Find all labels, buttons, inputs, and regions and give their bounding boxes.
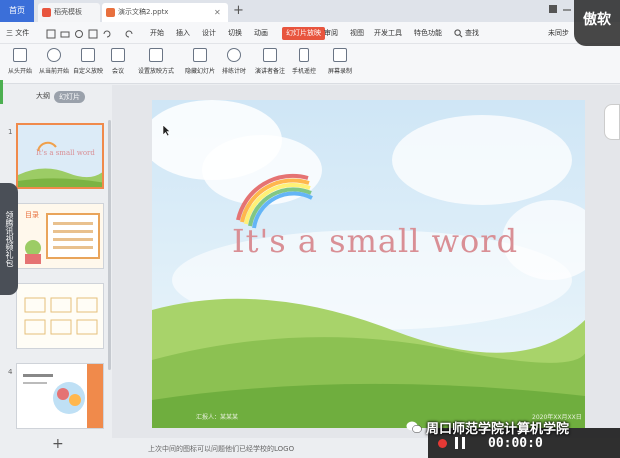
menu-animation[interactable]: 动画 xyxy=(254,27,268,40)
slide-background xyxy=(152,100,585,428)
minimize-icon[interactable] xyxy=(562,4,572,14)
slide-number: 1 xyxy=(8,128,13,136)
search-label[interactable]: 查找 xyxy=(465,27,479,40)
setup-show-icon xyxy=(149,48,163,62)
tab-document-label: 演示文稿2.pptx xyxy=(118,8,169,16)
screen-record-button[interactable]: 屏幕录制 xyxy=(320,48,360,75)
slide-thumbnail-3[interactable] xyxy=(16,283,104,349)
menu-file[interactable]: 三 文件 xyxy=(6,27,29,40)
record-icon xyxy=(333,48,347,62)
menu-design[interactable]: 设计 xyxy=(202,27,216,40)
ppt-file-icon xyxy=(106,8,115,17)
recording-timer: 00:00:0 xyxy=(488,436,543,451)
watermark-text: 周口师范学院计算机学院 xyxy=(426,422,570,437)
preview-icon[interactable] xyxy=(74,29,84,39)
side-promo-strip[interactable]: 领腾讯视频礼包 xyxy=(0,183,18,295)
menu-review[interactable]: 审阅 xyxy=(324,27,338,40)
recorder-logo: 傲软 xyxy=(574,0,620,46)
meeting-icon xyxy=(111,48,125,62)
redo-icon[interactable] xyxy=(124,29,134,39)
record-indicator-icon xyxy=(438,439,447,448)
menu-view[interactable]: 视图 xyxy=(350,27,364,40)
window-layout-icon[interactable] xyxy=(548,4,558,14)
rehearse-timing-button[interactable]: 排练计时 xyxy=(214,48,254,75)
mouse-cursor-icon xyxy=(162,124,171,137)
slide-thumbnail-1[interactable]: It's a small word xyxy=(16,123,104,189)
undo-icon[interactable] xyxy=(102,29,112,39)
save-icon[interactable] xyxy=(46,29,56,39)
docer-icon xyxy=(42,8,51,17)
notes-text[interactable]: 上次中间的图标可以问题他们已经学校的LOGO xyxy=(148,444,294,454)
slide-thumbnail-2[interactable]: 目录 xyxy=(16,203,104,269)
slide-number: 4 xyxy=(8,368,13,376)
wechat-icon xyxy=(406,421,422,434)
hide-slide-icon xyxy=(193,48,207,62)
menu-insert[interactable]: 插入 xyxy=(176,27,190,40)
slide-thumbnail-4[interactable] xyxy=(16,363,104,429)
panel-scrollbar[interactable] xyxy=(108,120,111,370)
close-icon[interactable]: ✕ xyxy=(214,3,221,22)
menu-slideshow[interactable]: 幻灯片放映 xyxy=(282,27,325,40)
right-side-tab[interactable] xyxy=(604,104,620,140)
ribbon-menu: 三 文件 开始 插入 设计 切换 动画 幻灯片放映 审阅 视图 开发工具 特色功… xyxy=(0,22,620,44)
notes-icon xyxy=(263,48,277,62)
slide-canvas[interactable]: 汇报人：某某某 2020年XX月XX日 xyxy=(152,100,585,428)
phone-remote-button[interactable]: 手机遥控 xyxy=(284,48,324,75)
meeting-button[interactable]: 会议 xyxy=(98,48,138,75)
slideshow-toolbar: 从头开始 从当前开始 自定义放映 会议 设置放映方式 隐藏幻灯片 排练计时 演讲… xyxy=(0,44,620,84)
slide-presenter: 汇报人：某某某 xyxy=(196,414,239,421)
tab-home[interactable]: 首页 xyxy=(0,0,34,22)
setup-show-button[interactable]: 设置放映方式 xyxy=(136,48,176,75)
add-slide-button[interactable]: + xyxy=(52,436,64,452)
slide-title[interactable]: It's a small word xyxy=(232,222,518,260)
tab-outline[interactable]: 大纲 xyxy=(36,91,50,101)
search-icon[interactable] xyxy=(454,29,463,38)
export-icon[interactable] xyxy=(88,29,98,39)
pause-icon[interactable] xyxy=(455,437,465,449)
menu-transition[interactable]: 切换 xyxy=(228,27,242,40)
add-tab-button[interactable]: + xyxy=(233,3,244,19)
title-bar: 首页 稻壳模板 演示文稿2.pptx ✕ + xyxy=(0,0,620,22)
tab-docer-label: 稻壳模板 xyxy=(54,8,82,16)
thumb-1-image xyxy=(18,125,102,187)
print-icon[interactable] xyxy=(60,29,70,39)
menu-home[interactable]: 开始 xyxy=(150,27,164,40)
play-start-icon xyxy=(13,48,27,62)
thumb-4-image xyxy=(17,364,103,428)
custom-show-icon xyxy=(81,48,95,62)
panel-edge-indicator xyxy=(0,80,3,104)
timer-icon xyxy=(227,48,241,62)
tab-document[interactable]: 演示文稿2.pptx ✕ xyxy=(102,3,228,22)
menu-features[interactable]: 特色功能 xyxy=(414,27,442,40)
thumb-3-image xyxy=(17,284,103,348)
phone-icon xyxy=(299,48,309,62)
sync-status[interactable]: 未同步 xyxy=(548,27,569,40)
tab-docer[interactable]: 稻壳模板 xyxy=(38,3,100,22)
thumb-1-title: It's a small word xyxy=(36,149,95,157)
thumb-2-title: 目录 xyxy=(25,211,39,219)
play-current-icon xyxy=(47,48,61,62)
tab-slides[interactable]: 幻灯片 xyxy=(54,91,85,103)
menu-developer[interactable]: 开发工具 xyxy=(374,27,402,40)
